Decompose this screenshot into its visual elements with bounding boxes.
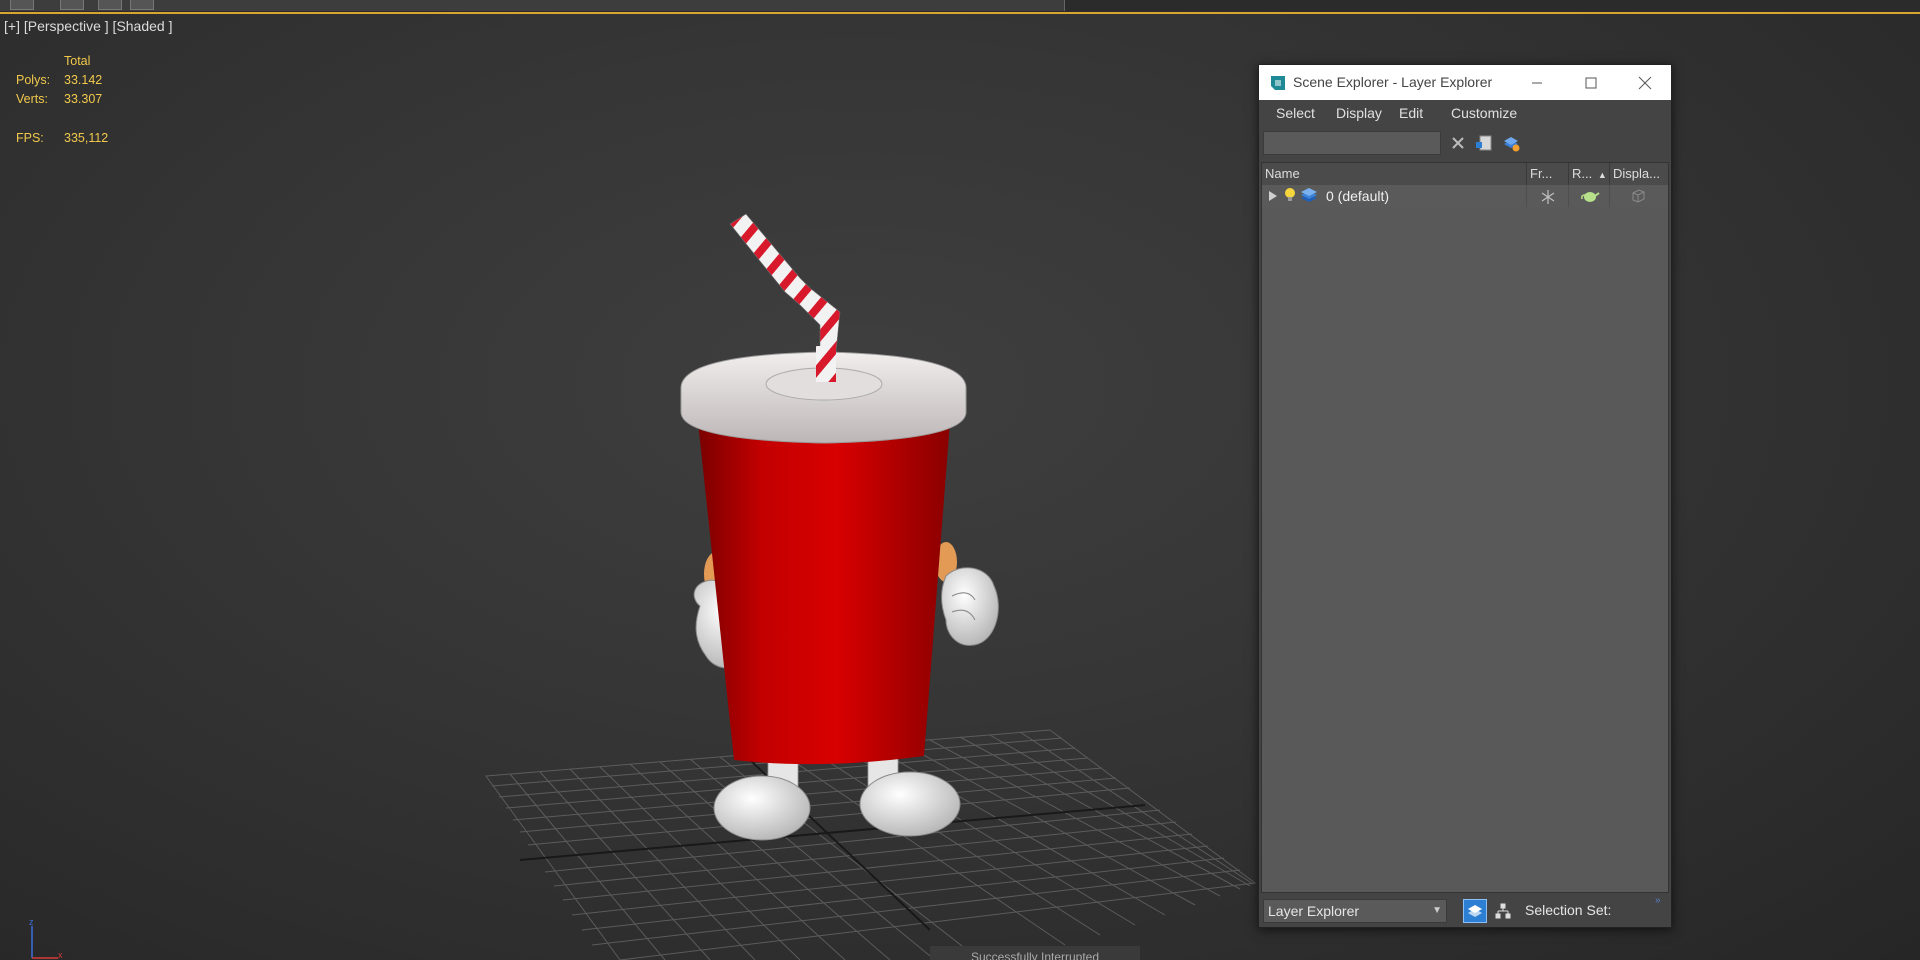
cup-lid [680, 346, 967, 444]
sort-by-hierarchy-button[interactable] [1491, 899, 1515, 923]
sort-ascending-icon: ▲ [1597, 170, 1607, 180]
menu-select[interactable]: Select [1276, 105, 1315, 121]
column-display-header[interactable]: Displa... [1610, 163, 1668, 185]
render-cell[interactable] [1569, 185, 1610, 207]
3dsmax-logo-icon [1271, 76, 1285, 90]
lightbulb-icon[interactable] [1284, 187, 1296, 203]
explorer-type-select[interactable]: Layer Explorer ▼ [1263, 899, 1447, 923]
title-bar[interactable]: Scene Explorer - Layer Explorer [1259, 65, 1671, 100]
table-row[interactable]: 0 (default) [1262, 185, 1668, 207]
menu-customize[interactable]: Customize [1451, 105, 1517, 121]
layer-name: 0 (default) [1326, 188, 1390, 204]
axis-x-label: x [58, 950, 63, 960]
search-input[interactable] [1264, 132, 1440, 154]
axis-gizmo: z x [29, 918, 63, 960]
menu-bar: Select Display Edit Customize [1259, 100, 1671, 126]
sort-by-layer-button[interactable] [1463, 899, 1487, 923]
explorer-toolbar [1259, 126, 1671, 160]
right-hand [935, 542, 999, 646]
freeze-cell[interactable] [1527, 185, 1569, 207]
table-header: Name Fr... R... ▲ Displa... [1262, 163, 1668, 186]
chevron-down-icon: ▼ [1432, 905, 1442, 916]
straw [729, 213, 841, 353]
expand-panel-icon[interactable]: » [1655, 895, 1661, 906]
hierarchy-icon [1495, 903, 1511, 919]
explorer-type-value: Layer Explorer [1268, 903, 1360, 919]
name-cell: 0 (default) [1262, 185, 1527, 207]
menu-edit[interactable]: Edit [1399, 105, 1423, 121]
box-display-icon [1632, 189, 1645, 203]
expand-arrow-icon[interactable] [1269, 191, 1277, 201]
snowflake-icon [1541, 190, 1555, 204]
menu-display[interactable]: Display [1336, 105, 1382, 121]
window-title: Scene Explorer - Layer Explorer [1293, 74, 1493, 90]
column-render-label: R... [1572, 166, 1593, 181]
selection-set-label: Selection Set: [1525, 902, 1612, 918]
search-field[interactable] [1263, 131, 1441, 155]
layer-stack-icon [1301, 188, 1317, 202]
add-to-layer-icon[interactable] [1501, 133, 1521, 153]
scene-explorer-window[interactable]: Scene Explorer - Layer Explorer Select D… [1258, 64, 1672, 928]
layers-icon [1468, 905, 1482, 917]
display-cell[interactable] [1610, 185, 1668, 207]
layer-table: Name Fr... R... ▲ Displa... 0 (default) [1261, 162, 1669, 893]
teapot-icon [1581, 192, 1600, 202]
close-icon[interactable] [1619, 65, 1671, 100]
axis-z-label: z [29, 918, 34, 927]
column-name-header[interactable]: Name [1262, 163, 1527, 185]
status-message: Successfully Interrupted [930, 946, 1140, 960]
maximize-icon[interactable] [1565, 65, 1617, 100]
explorer-footer: Layer Explorer ▼ Selection Set: » [1259, 893, 1671, 927]
minimize-icon[interactable] [1511, 65, 1563, 100]
new-layer-icon[interactable] [1474, 133, 1494, 153]
clear-search-icon[interactable] [1448, 133, 1468, 153]
column-render-header[interactable]: R... ▲ [1569, 163, 1610, 185]
cup-body [698, 422, 950, 765]
column-freeze-header[interactable]: Fr... [1527, 163, 1569, 185]
